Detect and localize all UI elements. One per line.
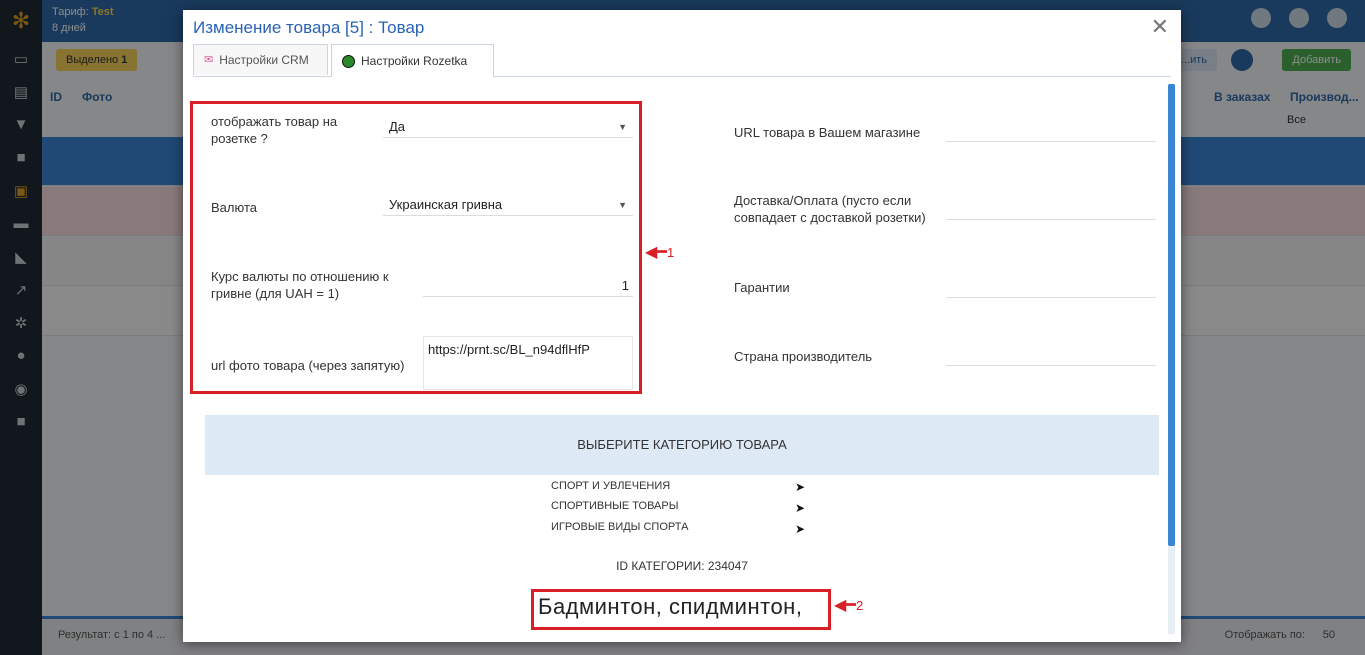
rozetka-icon: [342, 54, 355, 68]
close-icon[interactable]: ✕: [1151, 14, 1169, 40]
arrow-right-icon[interactable]: ➤: [795, 501, 805, 515]
modal-scrollbar[interactable]: [1168, 84, 1175, 634]
annotation-2-number: 2: [855, 598, 864, 613]
country-input[interactable]: [946, 344, 1156, 366]
category-item[interactable]: СПОРТИВНЫЕ ТОВАРЫ: [551, 500, 678, 512]
delivery-label: Доставка/Оплата (пусто если совпадает с …: [734, 193, 926, 225]
arrow-right-icon[interactable]: ➤: [795, 522, 805, 536]
category-item[interactable]: СПОРТ И УВЛЕЧЕНИЯ: [551, 480, 670, 492]
annotation-1: ◀━ 1: [645, 243, 675, 261]
tab-crm-settings[interactable]: ✉ Настройки CRM: [193, 44, 328, 75]
annotation-1-number: 1: [666, 245, 675, 260]
shop-url-input[interactable]: [946, 120, 1156, 142]
scroll-thumb[interactable]: [1168, 84, 1175, 546]
category-banner[interactable]: ВЫБЕРИТЕ КАТЕГОРИЮ ТОВАРА: [205, 415, 1159, 475]
country-label: Страна производитель: [734, 349, 873, 364]
modal-title: Изменение товара [5] : Товар: [193, 18, 425, 37]
highlight-box-1: [190, 101, 642, 394]
crm-icon: ✉: [204, 53, 214, 66]
modal-tabs: ✉ Настройки CRM Настройки Rozetka: [193, 44, 1171, 77]
tab-crm-label: Настройки CRM: [219, 52, 309, 67]
annotation-2: ◀━ 2: [834, 596, 864, 614]
delivery-input[interactable]: [946, 198, 1156, 220]
category-id: ID КАТЕГОРИИ: 234047: [616, 559, 748, 573]
arrow-left-icon: ◀━: [834, 596, 856, 614]
shop-url-label: URL товара в Вашем магазине: [734, 125, 921, 140]
category-item[interactable]: ИГРОВЫЕ ВИДЫ СПОРТА: [551, 521, 688, 533]
arrow-left-icon: ◀━: [645, 243, 667, 261]
edit-product-modal: Изменение товара [5] : Товар ✕ ✉ Настрой…: [183, 10, 1181, 642]
highlight-box-2: [531, 589, 831, 630]
warranty-input[interactable]: [946, 276, 1156, 298]
warranty-label: Гарантии: [734, 280, 790, 295]
tab-rozetka-settings[interactable]: Настройки Rozetka: [331, 44, 494, 77]
arrow-right-icon[interactable]: ➤: [795, 480, 805, 494]
tab-rozetka-label: Настройки Rozetka: [361, 53, 468, 68]
